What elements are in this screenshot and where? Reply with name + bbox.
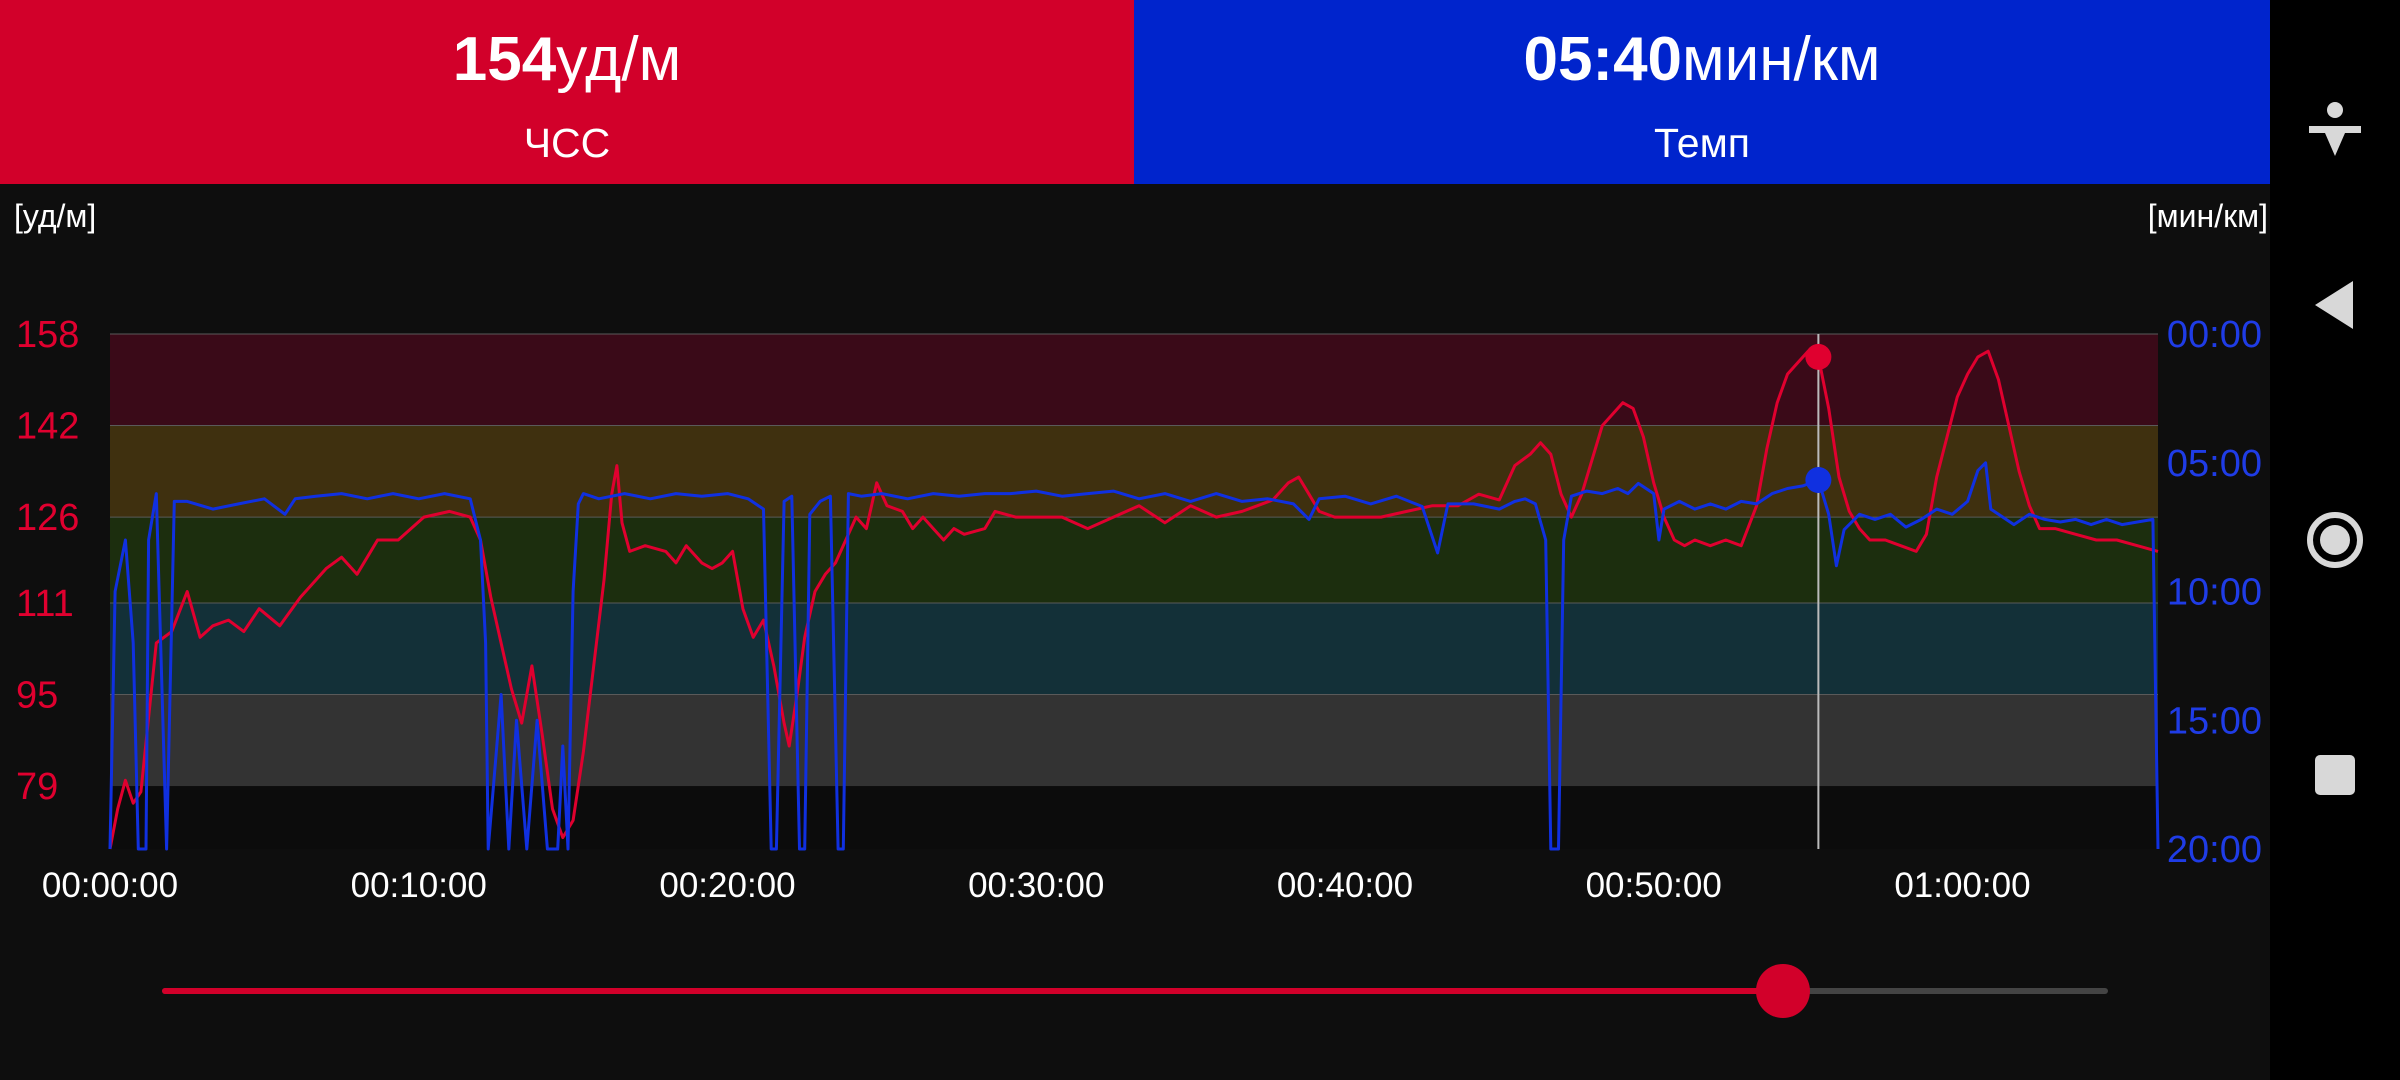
hr-tick-label: 126 (16, 497, 79, 539)
app-screen: 154уд/м ЧСС 05:40мин/км Темп [уд/м] [мин… (0, 0, 2270, 1080)
pace-tick-label: 05:00 (2167, 443, 2262, 485)
heart-rate-value: 154 (452, 25, 557, 94)
time-tick-label: 00:30:00 (968, 866, 1104, 905)
pace-value: 05:40 (1523, 25, 1683, 94)
pace-tick-label: 20:00 (2167, 829, 2262, 871)
hr-zone-band-4 (110, 694, 2158, 787)
pace-axis-ticks: 00:00 05:00 10:00 15:00 20:00 (2167, 314, 2262, 871)
pace-tick-label: 00:00 (2167, 314, 2262, 356)
heart-rate-label: ЧСС (523, 120, 611, 166)
slider-thumb[interactable] (1755, 964, 1810, 1018)
time-axis-ticks: 00:00:00 00:10:00 00:20:00 00:30:00 00:40:00… (42, 866, 2031, 905)
hr-zone-band-1 (110, 425, 2158, 518)
heart-rate-unit: уд/м (556, 25, 682, 94)
time-tick-label: 01:00:00 (1894, 866, 2030, 905)
left-axis-label: [уд/м] (14, 198, 96, 234)
time-tick-label: 00:40:00 (1277, 866, 1413, 905)
hr-zone-band-0 (110, 334, 2158, 426)
right-axis-label: [мин/км] (2148, 198, 2268, 234)
pace-tick-label: 10:00 (2167, 572, 2262, 614)
time-tick-label: 00:50:00 (1586, 866, 1722, 905)
pace-tile[interactable]: 05:40мин/км Темп (1134, 0, 2270, 184)
hr-zones (110, 333, 2158, 849)
hr-tick-label: 79 (16, 766, 58, 808)
heart-rate-tile[interactable]: 154уд/м ЧСС (0, 0, 1134, 184)
home-button[interactable] (2270, 485, 2400, 595)
hr-zone-band-2 (110, 517, 2158, 603)
time-slider[interactable] (162, 964, 2108, 1018)
hr-tick-label: 95 (16, 675, 58, 717)
recents-button[interactable] (2270, 720, 2400, 830)
pace-unit: мин/км (1682, 25, 1881, 94)
time-tick-label: 00:10:00 (351, 866, 487, 905)
time-tick-label: 00:20:00 (659, 866, 795, 905)
pace-value-line: 05:40мин/км (1134, 22, 2270, 98)
hr-tick-label: 158 (16, 314, 79, 356)
chart[interactable]: [уд/м] [мин/км] 158 142 126 111 95 79 00:00 05… (0, 184, 2270, 1080)
hr-zone-band-3 (110, 602, 2158, 695)
accessibility-icon (2309, 102, 2361, 156)
hr-tick-label: 111 (16, 583, 74, 625)
hr-tick-label: 142 (16, 406, 79, 448)
cursor-hr-marker (1805, 343, 1832, 370)
pace-tick-label: 15:00 (2167, 700, 2262, 742)
hr-axis-ticks: 158 142 126 111 95 79 (16, 314, 79, 808)
home-icon (2307, 512, 2363, 568)
heart-rate-value-line: 154уд/м (0, 22, 1134, 98)
time-tick-label: 00:00:00 (42, 866, 178, 905)
accessibility-button[interactable] (2270, 76, 2400, 186)
recents-icon (2315, 755, 2355, 795)
pace-label: Темп (1654, 120, 1750, 166)
back-button[interactable] (2270, 250, 2400, 360)
cursor-pace-marker (1805, 467, 1832, 494)
back-icon (2315, 281, 2353, 329)
